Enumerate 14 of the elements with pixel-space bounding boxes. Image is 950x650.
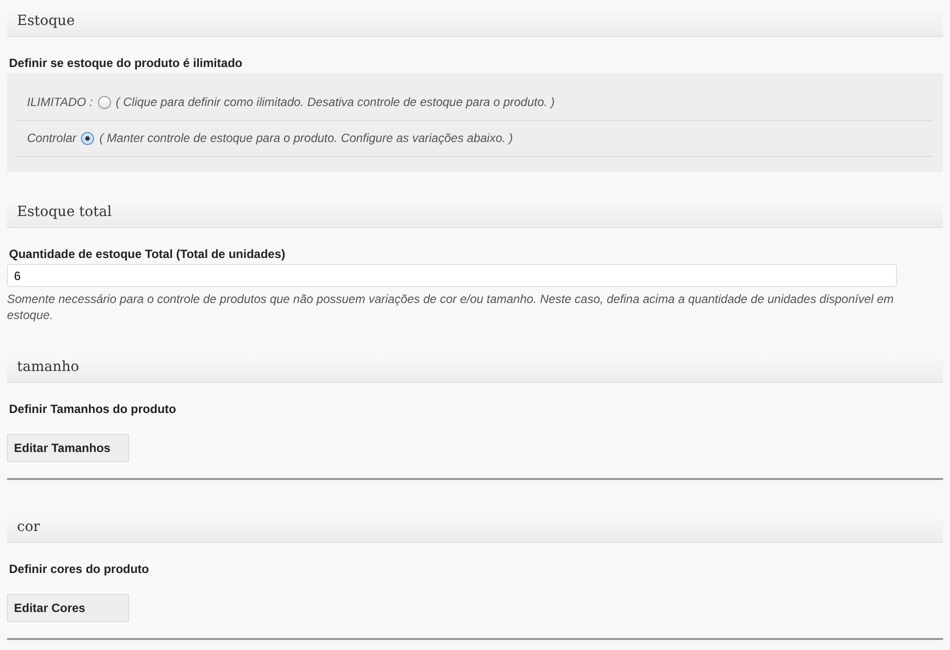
edit-button[interactable]: Editar Cores — [7, 594, 129, 622]
field-label: Definir Tamanhos do produto — [9, 402, 178, 416]
radio-button[interactable] — [98, 96, 111, 108]
option-label: ILIMITADO : — [27, 95, 93, 109]
field-label: Definir se estoque do produto é ilimitado — [9, 56, 244, 70]
option-label: Controlar — [27, 131, 76, 145]
radio-button[interactable] — [81, 132, 94, 144]
field-label: Quantidade de estoque Total (Total de unidades) — [9, 247, 286, 261]
quantity-input[interactable]: 6 — [7, 264, 897, 287]
edit-button[interactable]: Editar Tamanhos — [7, 434, 129, 462]
option-hint: ( Clique para definir como ilimitado. Desativa controle de estoque para o produto. ) — [116, 95, 555, 109]
help-text: Somente necessário para o controle de produtos que não possuem variações de cor e/ou tamanho. Neste caso, defina acima a quantidade de unidades disponível em estoque. — [7, 291, 895, 323]
option-hint: ( Manter controle de estoque para o produto. Configure as variações abaixo. ) — [99, 131, 513, 145]
field-label: Definir cores do produto — [9, 562, 150, 576]
